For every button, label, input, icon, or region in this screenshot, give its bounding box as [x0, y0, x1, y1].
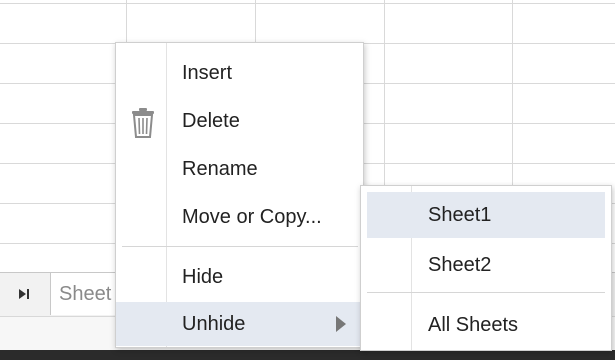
- menu-item-label: Hide: [182, 266, 224, 288]
- menu-item-rename[interactable]: Rename: [116, 147, 363, 191]
- unhide-submenu: Sheet1 Sheet2 All Sheets: [360, 185, 612, 351]
- sheet-context-menu: Insert Delete Rename Move or Copy... Hid…: [115, 42, 364, 348]
- submenu-item-label: Sheet1: [428, 204, 492, 226]
- menu-item-delete[interactable]: Delete: [116, 99, 363, 143]
- menu-item-label: Rename: [182, 158, 258, 180]
- last-sheet-nav-icon[interactable]: [14, 283, 34, 305]
- submenu-item-all-sheets[interactable]: All Sheets: [367, 302, 605, 348]
- menu-item-unhide[interactable]: Unhide: [116, 302, 363, 346]
- window-bottom-edge: [0, 350, 615, 360]
- submenu-arrow-icon: [336, 316, 346, 332]
- menu-item-label: Delete: [182, 110, 240, 132]
- menu-item-label: Move or Copy...: [182, 206, 322, 228]
- menu-separator: [122, 246, 358, 247]
- menu-item-move-or-copy[interactable]: Move or Copy...: [116, 195, 363, 239]
- sheet-tab-label: Sheet: [59, 283, 112, 305]
- submenu-item-label: Sheet2: [428, 254, 492, 276]
- menu-item-label: Insert: [182, 62, 233, 84]
- submenu-item-sheet1[interactable]: Sheet1: [367, 192, 605, 238]
- submenu-separator: [367, 292, 605, 293]
- trash-icon: [128, 107, 158, 138]
- submenu-item-label: All Sheets: [428, 314, 519, 336]
- submenu-item-sheet2[interactable]: Sheet2: [367, 242, 605, 288]
- menu-item-label: Unhide: [182, 313, 246, 335]
- skip-to-end-icon: [19, 289, 29, 299]
- grid-row-line: [0, 3, 615, 4]
- menu-item-hide[interactable]: Hide: [116, 255, 363, 299]
- menu-item-insert[interactable]: Insert: [116, 51, 363, 95]
